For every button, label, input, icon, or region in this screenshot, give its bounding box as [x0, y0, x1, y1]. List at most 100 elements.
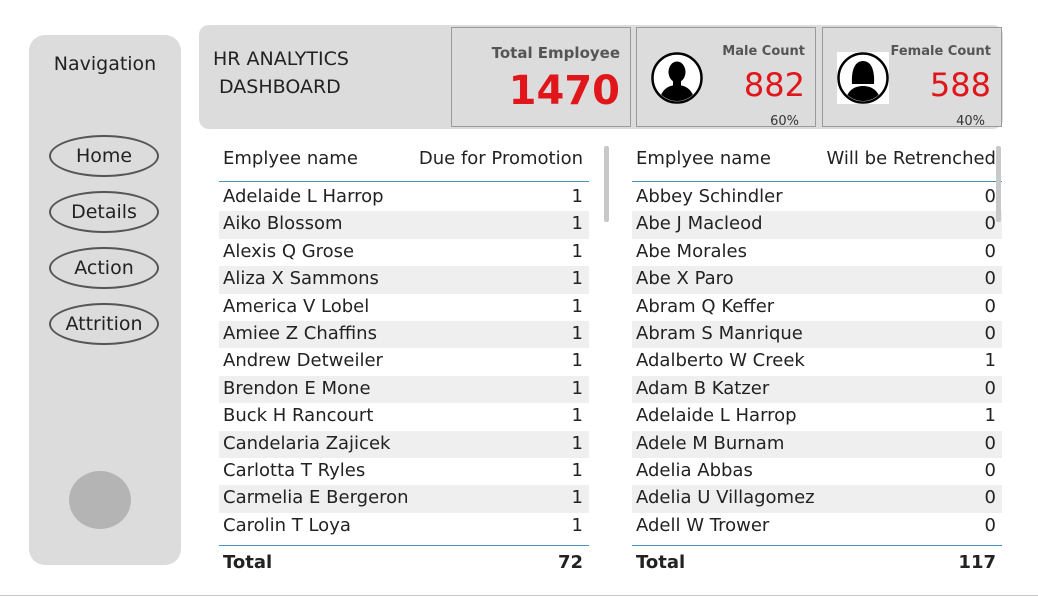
table-row[interactable]: Abbey Schindler 0 — [632, 184, 1002, 211]
column-header-employee-name[interactable]: Emplyee name — [636, 148, 771, 169]
male-percent: 60% — [770, 114, 799, 129]
total-employee-label: Total Employee — [491, 44, 620, 62]
table-row[interactable]: Adelaide L Harrop 1 — [219, 184, 589, 211]
female-count-value: 588 — [929, 66, 991, 104]
action-button[interactable]: Action — [49, 247, 159, 289]
header-bar: HR ANALYTICS DASHBOARD Total Employee 14… — [199, 25, 1003, 129]
employee-name-cell: Carlotta T Ryles — [223, 459, 366, 481]
navigation-title: Navigation — [53, 53, 157, 75]
bottom-divider — [0, 595, 1038, 596]
employee-name-cell: Abbey Schindler — [636, 186, 783, 207]
table-row[interactable]: Adell W Trower 0 — [632, 513, 1002, 540]
table-row[interactable]: Aliza X Sammons 1 — [219, 266, 589, 294]
employee-name-cell: Abe Morales — [636, 240, 747, 262]
employee-name-cell: Adelaide L Harrop — [636, 405, 797, 427]
employee-name-cell: Adalberto W Creek — [636, 350, 805, 372]
table-row[interactable]: Carlotta T Ryles 1 — [219, 458, 589, 485]
value-cell: 0 — [984, 377, 996, 399]
table-row[interactable]: Carmelia E Bergeron 1 — [219, 485, 589, 513]
table-row[interactable]: America V Lobel 1 — [219, 294, 589, 321]
employee-name-cell: Abram Q Keffer — [636, 295, 775, 317]
column-header-employee-name[interactable]: Emplyee name — [223, 148, 358, 169]
table-row[interactable]: Alexis Q Grose 1 — [219, 239, 589, 266]
retrench-table-body: Abbey Schindler 0 Abe J Macleod 0 Abe Morale… — [632, 184, 1002, 540]
employee-name-cell: Adele M Burnam — [636, 432, 785, 454]
value-cell: 1 — [571, 268, 583, 290]
employee-name-cell: Adelia U Villagomez — [636, 487, 815, 509]
table-row[interactable]: Abram S Manrique 0 — [632, 320, 1002, 349]
value-cell: 0 — [984, 432, 996, 454]
table-row[interactable]: Adelaide L Harrop 1 — [632, 403, 1002, 430]
table-row[interactable]: Buck H Rancourt 1 — [219, 403, 589, 430]
value-cell: 1 — [571, 487, 583, 509]
table-row[interactable]: Candelaria Zajicek 1 — [219, 430, 589, 458]
employee-name-cell: Abram S Manrique — [636, 322, 803, 344]
promotion-total-row: Total 72 — [219, 545, 589, 577]
table-row[interactable]: Adelia Abbas 0 — [632, 458, 1002, 485]
table-row[interactable]: Adele M Burnam 0 — [632, 430, 1002, 458]
value-cell: 0 — [984, 514, 996, 536]
total-employee-value: 1470 — [508, 68, 620, 114]
employee-name-cell: Brendon E Mone — [223, 377, 371, 399]
value-cell: 0 — [984, 213, 996, 235]
promotion-table-scrollbar[interactable] — [604, 146, 609, 222]
employee-name-cell: Abe X Paro — [636, 268, 734, 290]
retrench-table-scrollbar[interactable] — [996, 146, 1001, 222]
employee-name-cell: Andrew Detweiler — [223, 350, 383, 372]
employee-name-cell: Aiko Blossom — [223, 213, 343, 235]
dashboard-title-line2: DASHBOARD — [219, 76, 341, 98]
navigation-panel: Navigation Home Details Action Attrition — [29, 35, 181, 565]
dashboard-title-line1: HR ANALYTICS — [213, 48, 349, 70]
promotion-table-header: Emplyee name Due for Promotion — [219, 140, 589, 182]
column-header-will-be-retrenched[interactable]: Will be Retrenched — [827, 148, 996, 169]
table-row[interactable]: Adalberto W Creek 1 — [632, 348, 1002, 375]
table-row[interactable]: Adam B Katzer 0 — [632, 375, 1002, 404]
employee-name-cell: Carmelia E Bergeron — [223, 487, 409, 509]
home-button[interactable]: Home — [49, 135, 159, 177]
employee-name-cell: Buck H Rancourt — [223, 405, 374, 427]
retrench-table: Emplyee name Will be Retrenched Abbey Sc… — [632, 140, 1004, 580]
table-row[interactable]: Abram Q Keffer 0 — [632, 294, 1002, 321]
details-button[interactable]: Details — [49, 191, 159, 233]
value-cell: 0 — [984, 240, 996, 262]
value-cell: 1 — [571, 405, 583, 427]
value-cell: 1 — [571, 432, 583, 454]
table-row[interactable]: Brendon E Mone 1 — [219, 375, 589, 404]
attrition-button[interactable]: Attrition — [49, 303, 159, 345]
female-avatar-icon — [837, 52, 889, 104]
value-cell: 0 — [984, 186, 996, 207]
total-label: Total — [636, 552, 686, 573]
employee-name-cell: Adelia Abbas — [636, 459, 753, 481]
value-cell: 1 — [571, 240, 583, 262]
table-row[interactable]: Aiko Blossom 1 — [219, 211, 589, 239]
table-row[interactable]: Andrew Detweiler 1 — [219, 348, 589, 375]
value-cell: 1 — [571, 186, 583, 207]
retrench-total-row: Total 117 — [632, 545, 1002, 577]
value-cell: 1 — [571, 213, 583, 235]
table-row[interactable]: Amiee Z Chaffins 1 — [219, 320, 589, 349]
female-count-label: Female Count — [890, 44, 991, 59]
value-cell: 1 — [571, 377, 583, 399]
employee-name-cell: Adelaide L Harrop — [223, 186, 384, 207]
male-avatar-icon — [651, 52, 703, 104]
female-count-card: Female Count 588 40% — [822, 27, 1002, 129]
table-row[interactable]: Abe X Paro 0 — [632, 266, 1002, 294]
value-cell: 1 — [984, 350, 996, 372]
table-row[interactable]: Abe J Macleod 0 — [632, 211, 1002, 239]
table-row[interactable]: Carolin T Loya 1 — [219, 513, 589, 540]
retrench-table-header: Emplyee name Will be Retrenched — [632, 140, 1002, 182]
male-count-card: Male Count 882 60% — [636, 27, 816, 129]
employee-name-cell: Amiee Z Chaffins — [223, 322, 377, 344]
table-row[interactable]: Abe Morales 0 — [632, 239, 1002, 266]
employee-name-cell: Adam B Katzer — [636, 377, 770, 399]
value-cell: 0 — [984, 487, 996, 509]
value-cell: 1 — [984, 405, 996, 427]
employee-name-cell: Carolin T Loya — [223, 514, 351, 536]
value-cell: 0 — [984, 295, 996, 317]
employee-name-cell: Aliza X Sammons — [223, 268, 379, 290]
column-header-due-for-promotion[interactable]: Due for Promotion — [419, 148, 583, 169]
table-row[interactable]: Adelia U Villagomez 0 — [632, 485, 1002, 513]
nav-circle-button[interactable] — [69, 471, 131, 529]
male-count-value: 882 — [743, 66, 805, 104]
employee-name-cell: Adell W Trower — [636, 514, 770, 536]
